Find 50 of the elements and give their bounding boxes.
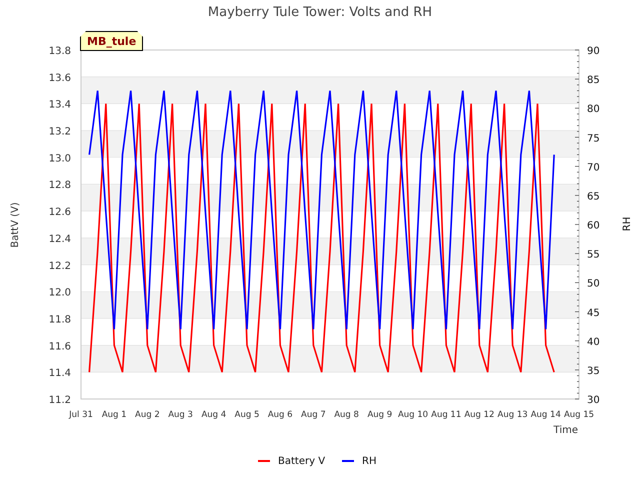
x-tick-label: Aug 6 — [268, 410, 293, 420]
x-tick-label: Jul 31 — [69, 410, 93, 420]
y-tick-label: 12.2 — [48, 260, 71, 272]
legend-label: RH — [362, 456, 376, 467]
y2-axis-label: RH — [622, 216, 633, 232]
y2-tick-label: 75 — [587, 133, 600, 144]
y-tick-label: 11.2 — [48, 395, 71, 406]
y2-tick-label: 80 — [587, 104, 600, 116]
x-tick-label: Aug 13 — [498, 410, 528, 420]
legend-label: Battery V — [278, 456, 326, 467]
x-tick-label: Aug 7 — [301, 410, 326, 420]
x-tick-label: Aug 1 — [102, 410, 127, 420]
y2-tick-label: 85 — [587, 75, 600, 86]
x-tick-label: Aug 9 — [367, 410, 392, 420]
y2-tick-label: 65 — [587, 191, 600, 202]
x-tick-label: Aug 15 — [564, 410, 594, 420]
y-tick-label: 13.0 — [48, 153, 71, 164]
y2-tick-label: 50 — [587, 278, 600, 290]
y-axis-label: BattV (V) — [10, 202, 21, 248]
station-badge: MB_tule — [80, 31, 144, 51]
y2-tick-label: 90 — [587, 46, 600, 57]
y2-tick-label: 70 — [587, 162, 600, 174]
y-tick-label: 12.4 — [48, 234, 71, 245]
y-tick-label: 11.4 — [48, 368, 71, 380]
chart-title: Mayberry Tule Tower: Volts and RH — [208, 5, 432, 20]
x-axis-label: Time — [554, 425, 578, 436]
y-tick-label: 12.8 — [48, 180, 71, 192]
y-tick-label: 12.0 — [48, 288, 71, 299]
x-tick-label: Aug 14 — [530, 410, 561, 420]
y2-tick-label: 60 — [587, 220, 600, 232]
y-tick-label: 13.2 — [48, 126, 71, 138]
y2-tick-label: 45 — [587, 308, 600, 319]
x-tick-label: Aug 8 — [334, 410, 359, 420]
x-tick-label: Aug 12 — [464, 410, 494, 420]
x-tick-label: Aug 3 — [168, 410, 193, 420]
y2-tick-label: 30 — [587, 395, 600, 406]
x-tick-label: Aug 2 — [135, 410, 160, 420]
y-tick-label: 11.6 — [48, 341, 71, 352]
x-tick-label: Aug 4 — [201, 410, 226, 420]
y-tick-label: 13.8 — [48, 46, 71, 57]
y-tick-label: 13.4 — [48, 100, 71, 111]
y2-tick-label: 35 — [587, 366, 600, 377]
y-tick-label: 13.6 — [48, 72, 71, 84]
x-tick-label: Aug 11 — [431, 410, 462, 420]
y-tick-label: 11.8 — [48, 314, 71, 326]
y2-tick-label: 55 — [587, 250, 600, 261]
y-tick-label: 12.6 — [48, 207, 71, 218]
y2-tick-label: 40 — [587, 336, 600, 348]
x-tick-label: Aug 10 — [398, 410, 428, 420]
x-tick-label: Aug 5 — [234, 410, 260, 420]
